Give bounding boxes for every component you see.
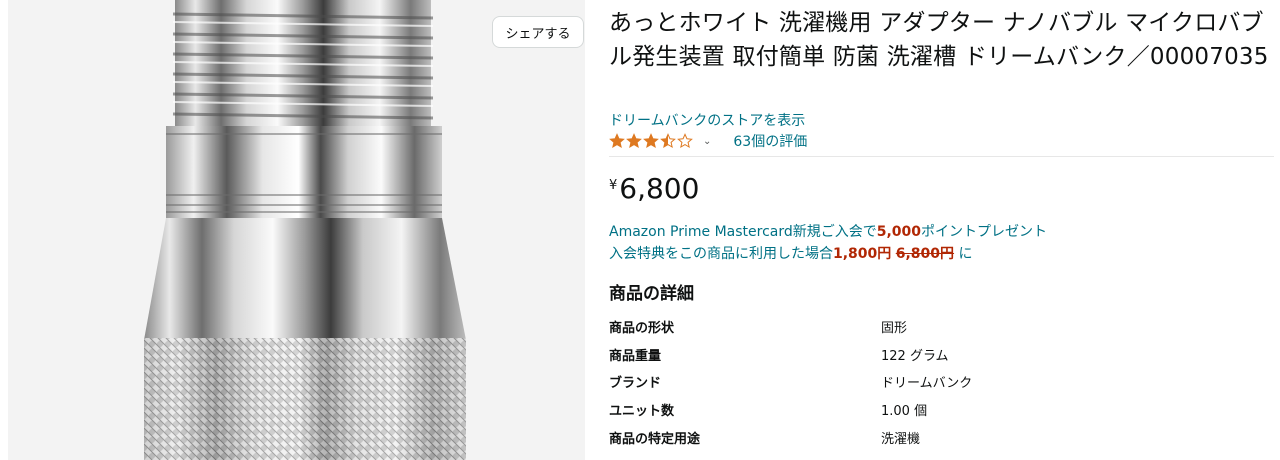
spec-value: 1.00 個 [881, 404, 928, 420]
table-row: 商品重量 122 グラム [609, 341, 1274, 369]
promo-line-2[interactable]: 入会特典をこの商品に利用した場合1,800円 6,800円 に [609, 243, 973, 263]
promo-text: Amazon Prime Mastercard新規ご入会で [609, 224, 877, 240]
promo-text: ポイントプレゼント [921, 224, 1048, 240]
divider [609, 156, 1274, 157]
star-icon [626, 133, 642, 149]
price: ¥ 6,800 [609, 172, 699, 206]
details-heading: 商品の詳細 [609, 284, 694, 304]
details-table: 商品の形状 固形商品重量 122 グラムブランド ドリームバンクユニット数 1.00 個… [609, 313, 1274, 451]
spec-label: 商品の特定用途 [609, 431, 701, 447]
spec-label: 商品重量 [609, 348, 662, 364]
promo-discounted-price: 1,800円 [833, 246, 892, 262]
spec-label: 商品の形状 [609, 321, 675, 337]
promo-original-price: 6,800円 [895, 246, 955, 262]
chevron-down-icon[interactable]: ⌄ [703, 136, 711, 147]
spec-label: ブランド [609, 376, 662, 392]
star-icon [609, 133, 625, 149]
promo-points: 5,000 [876, 224, 922, 240]
star-icon [677, 133, 693, 149]
product-image [144, 0, 466, 460]
table-row: ユニット数 1.00 個 [609, 396, 1274, 424]
table-row: 商品の特定用途 洗濯機 [609, 423, 1274, 451]
rating-count-link[interactable]: 63個の評価 [733, 131, 807, 151]
product-image-panel[interactable]: シェアする [8, 0, 585, 460]
spec-value: 洗濯機 [881, 431, 921, 447]
table-row: ブランド ドリームバンク [609, 368, 1274, 396]
star-rating[interactable] [609, 133, 693, 149]
table-row: 商品の形状 固形 [609, 313, 1274, 341]
spec-value: 122 グラム [881, 348, 949, 364]
star-icon [660, 133, 676, 149]
spec-value: 固形 [881, 321, 908, 337]
spec-value: ドリームバンク [881, 376, 973, 392]
price-currency: ¥ [609, 178, 618, 193]
promo-text: 入会特典をこの商品に利用した場合 [609, 246, 833, 262]
price-amount: 6,800 [619, 172, 700, 205]
star-icon [643, 133, 659, 149]
spec-label: ユニット数 [609, 404, 675, 420]
product-title: あっとホワイト 洗濯機用 アダプター ナノバブル マイクロバブル発生装置 取付簡… [609, 10, 1269, 70]
share-button[interactable]: シェアする [492, 16, 584, 48]
promo-line-1[interactable]: Amazon Prime Mastercard新規ご入会で5,000ポイントプレ… [609, 221, 1047, 241]
promo-text: に [958, 246, 973, 262]
store-link[interactable]: ドリームバンクのストアを表示 [609, 110, 805, 130]
rating-row: ⌄ 63個の評価 [609, 131, 807, 151]
